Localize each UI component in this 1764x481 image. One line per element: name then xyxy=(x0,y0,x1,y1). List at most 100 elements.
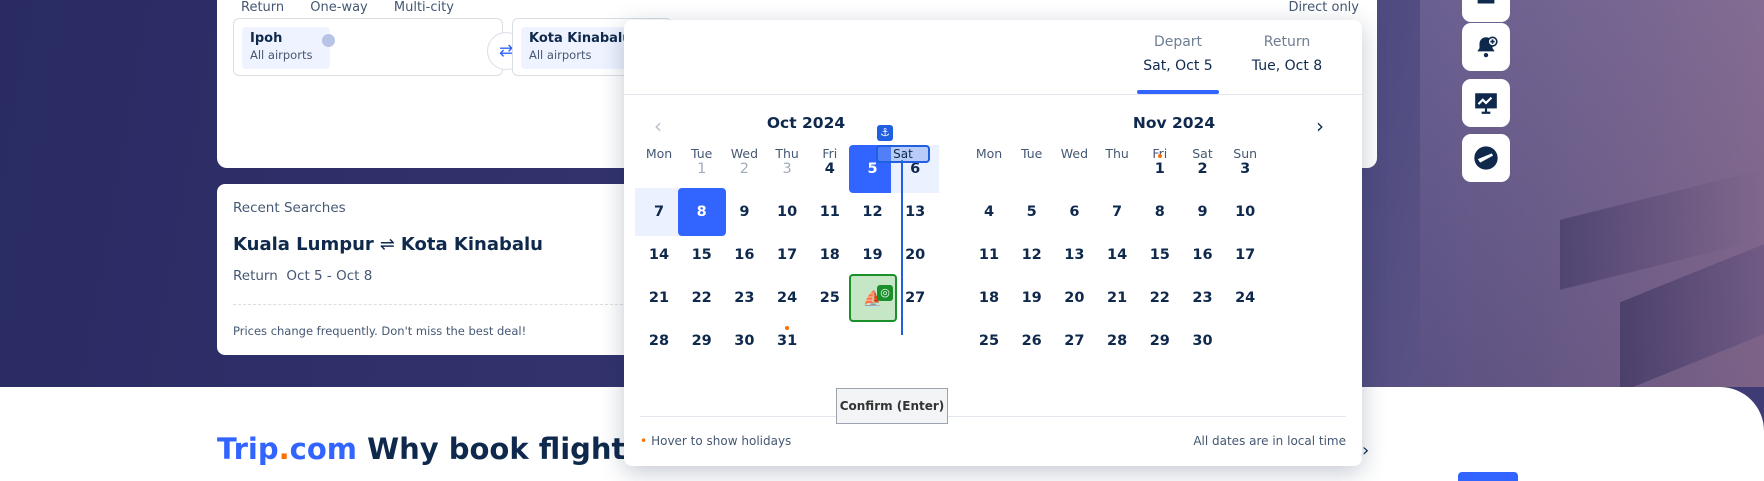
calendar-day[interactable]: 8 xyxy=(1136,188,1184,236)
calendar-day[interactable]: 19 xyxy=(849,231,897,279)
calendar-day[interactable]: 21 xyxy=(635,274,683,322)
calendar-day[interactable]: 24 xyxy=(763,274,811,322)
calendar-day: 1 xyxy=(697,161,707,177)
round-trip-arrows-icon: ⇌ xyxy=(379,234,395,255)
calendar-day[interactable]: 21 xyxy=(1093,274,1141,322)
calendar-day[interactable]: 25 xyxy=(806,274,854,322)
to-city-chip: Kota Kinabalu All airports xyxy=(521,27,632,69)
recent-searches-card: Recent Searches Kuala Lumpur ⇌ Kota Kinaba… xyxy=(217,184,637,355)
price-note: Prices change frequently. Don't miss the… xyxy=(233,324,527,338)
calendar-day[interactable]: 17 xyxy=(763,231,811,279)
calendar-day[interactable]: 9 xyxy=(1179,188,1227,236)
calendar-day[interactable]: 25 xyxy=(965,317,1013,365)
direct-only-checkbox[interactable]: Direct only xyxy=(1288,0,1359,15)
calendar-day[interactable]: 29 xyxy=(678,317,726,365)
return-label: Return xyxy=(1263,34,1311,50)
calendar-day[interactable]: 6 xyxy=(1050,188,1098,236)
calendar-day[interactable]: 26 xyxy=(1008,317,1056,365)
calendar-day[interactable]: 4 xyxy=(806,145,854,193)
prev-month-icon[interactable]: ‹ xyxy=(654,114,662,138)
blue-button-partial[interactable] xyxy=(1458,472,1518,481)
month-title-oct: Oct 2024 xyxy=(766,114,846,132)
calendar-day[interactable]: 27 xyxy=(891,274,939,322)
calendar-day[interactable]: 18 xyxy=(806,231,854,279)
recent-destination: Kota Kinabalu xyxy=(400,234,544,255)
calendar-day[interactable]: 8 xyxy=(677,188,726,236)
weekday-header: Thu xyxy=(1105,146,1129,161)
calendar-day[interactable]: 12 xyxy=(1008,231,1056,279)
calendar-day[interactable]: 20 xyxy=(1050,274,1098,322)
remove-city-icon[interactable] xyxy=(322,34,335,47)
calendar-day[interactable]: 20 xyxy=(891,231,939,279)
price-chart-icon xyxy=(1475,93,1497,114)
calendar-day[interactable]: 16 xyxy=(1179,231,1227,279)
calendar-day[interactable]: 14 xyxy=(1093,231,1141,279)
calendar-day[interactable]: 7 xyxy=(1093,188,1141,236)
holiday-hint-text: Hover to show holidays xyxy=(651,434,792,448)
recent-search-item[interactable]: Kuala Lumpur ⇌ Kota Kinabalu xyxy=(233,234,543,255)
calendar-day[interactable]: 23 xyxy=(1179,274,1227,322)
calendar-day[interactable]: 22 xyxy=(678,274,726,322)
drag-path-line xyxy=(901,160,903,335)
calendar-day[interactable]: 31 xyxy=(763,317,811,365)
next-month-icon[interactable]: › xyxy=(1316,114,1324,138)
price-trend-button[interactable] xyxy=(1462,79,1510,127)
recent-origin: Kuala Lumpur xyxy=(233,234,374,255)
calendar-day[interactable]: 2 xyxy=(1179,145,1227,193)
divider xyxy=(640,416,1346,417)
calendar-day[interactable]: 29 xyxy=(1136,317,1184,365)
calendar-day[interactable]: 22 xyxy=(1136,274,1184,322)
calendar-day[interactable]: 7 xyxy=(635,188,683,236)
divider xyxy=(233,304,623,305)
trip-type-options: Return One-way Multi-city xyxy=(241,0,476,15)
price-alert-button[interactable] xyxy=(1462,23,1510,71)
tab-return[interactable]: Return Tue, Oct 8 xyxy=(1242,34,1332,74)
calendar-day[interactable]: 23 xyxy=(720,274,768,322)
chevron-right-icon[interactable]: › xyxy=(1362,440,1369,461)
calendar-day[interactable]: 15 xyxy=(1136,231,1184,279)
tab-depart[interactable]: Depart Sat, Oct 5 xyxy=(1137,34,1219,74)
holiday-hint: • Hover to show holidays xyxy=(640,434,791,448)
calendar-day[interactable]: 27 xyxy=(1050,317,1098,365)
calendar-day[interactable]: 18 xyxy=(965,274,1013,322)
calendar-day[interactable]: 10 xyxy=(763,188,811,236)
trip-type-one-way[interactable]: One-way xyxy=(310,0,367,15)
calendar-day[interactable]: 28 xyxy=(635,317,683,365)
depart-value: Sat, Oct 5 xyxy=(1143,58,1213,74)
calendar-day[interactable]: 11 xyxy=(806,188,854,236)
side-button-top[interactable]: ▬ xyxy=(1462,0,1510,22)
from-field[interactable]: Ipoh All airports xyxy=(233,18,503,76)
trip-type-return[interactable]: Return xyxy=(241,0,284,15)
calendar-day[interactable]: 9 xyxy=(720,188,768,236)
calendar-day[interactable]: 11 xyxy=(965,231,1013,279)
calendar-day[interactable]: 13 xyxy=(1050,231,1098,279)
calendar-day[interactable]: 17 xyxy=(1221,231,1269,279)
calendar-day[interactable]: 19 xyxy=(1008,274,1056,322)
calendar-day[interactable]: 24 xyxy=(1221,274,1269,322)
calendar-day[interactable]: 10 xyxy=(1221,188,1269,236)
flight-status-button[interactable] xyxy=(1462,134,1510,182)
divider xyxy=(624,94,1362,95)
weekday-header: Mon xyxy=(645,146,673,161)
calendar-day[interactable]: 1 xyxy=(1136,145,1184,193)
calendar-day[interactable]: 12 xyxy=(849,188,897,236)
date-picker-popup: Depart Sat, Oct 5 Return Tue, Oct 8 ‹ Oc… xyxy=(624,20,1362,466)
calendar-day[interactable]: 3 xyxy=(1221,145,1269,193)
anchor-icon: ⚓ xyxy=(877,125,893,141)
calendar-day[interactable]: 14 xyxy=(635,231,683,279)
from-city-chip: Ipoh All airports xyxy=(242,27,335,69)
calendar-day[interactable]: 16 xyxy=(720,231,768,279)
calendar-day[interactable]: 30 xyxy=(720,317,768,365)
sat-header-highlight: Sat xyxy=(876,145,930,163)
brand-dot: . xyxy=(278,432,290,466)
content-corner xyxy=(1700,387,1764,447)
calendar-day: 3 xyxy=(782,161,792,177)
calendar-day[interactable]: 13 xyxy=(891,188,939,236)
calendar-day[interactable]: 5 xyxy=(1008,188,1056,236)
calendar-day[interactable]: 15 xyxy=(678,231,726,279)
calendar-day: 2 xyxy=(739,161,749,177)
calendar-day[interactable]: 28 xyxy=(1093,317,1141,365)
trip-type-multi-city[interactable]: Multi-city xyxy=(394,0,454,15)
calendar-day[interactable]: 4 xyxy=(965,188,1013,236)
calendar-day[interactable]: 30 xyxy=(1179,317,1227,365)
